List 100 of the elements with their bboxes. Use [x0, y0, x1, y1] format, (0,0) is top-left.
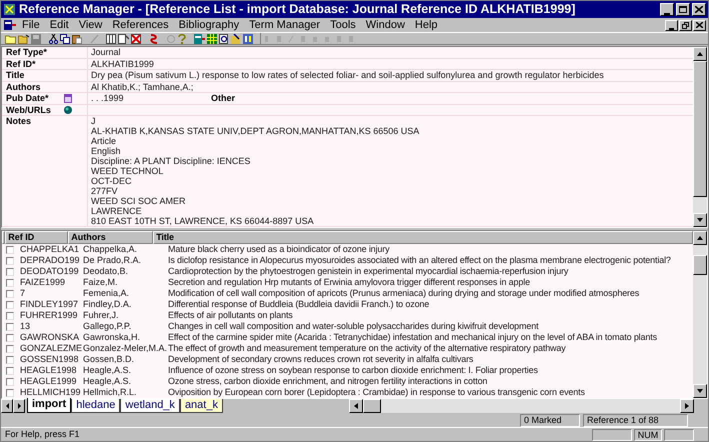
- child-close-button[interactable]: [693, 20, 706, 30]
- open-folder-icon[interactable]: [18, 34, 29, 44]
- menu-item[interactable]: Window: [360, 18, 410, 32]
- notes-line: AL-KHATIB K,KANSAS STATE UNIV,DEPT AGRON,MANHATTAN,KS 66506 USA: [91, 126, 420, 136]
- left-arrow-icon: [354, 403, 358, 409]
- maximize-icon: [679, 6, 687, 13]
- detail-scrollbar[interactable]: [693, 47, 707, 227]
- num-lock-indicator: NUM: [634, 428, 662, 440]
- notes-line: OCT-DEC: [91, 176, 132, 186]
- notes-line: LAWRENCE: [91, 206, 143, 216]
- sheet-tab[interactable]: hledane: [71, 399, 120, 413]
- table-cell-text: The effect of growth and measurement temperature on the activity of the alternative respiratory pathway: [167, 343, 567, 354]
- checkbox[interactable]: [6, 344, 14, 352]
- checkbox[interactable]: [6, 334, 14, 342]
- close-button[interactable]: [692, 3, 706, 16]
- menu-item[interactable]: Edit: [44, 18, 74, 32]
- scroll-right-button[interactable]: [680, 399, 694, 413]
- list-scrollbar[interactable]: [693, 231, 707, 398]
- minimize-button[interactable]: [660, 3, 674, 16]
- table-cell-text: Faize,M.: [82, 277, 119, 288]
- down-arrow-icon: [697, 389, 704, 393]
- status-help-text: For Help, press F1: [4, 429, 81, 440]
- document-icon[interactable]: [3, 19, 17, 31]
- menu-item[interactable]: References: [107, 18, 174, 32]
- menu-item[interactable]: View: [74, 18, 108, 32]
- sheet-tab[interactable]: wetland_k: [120, 399, 180, 413]
- right-arrow-icon: [18, 403, 20, 409]
- table-cell-text: Effect of the carmine spider mite (Acarida : Tetranychidae) infestation and mechanical injury on the level of ABA in tomato plants: [167, 332, 658, 343]
- sheet-tab[interactable]: anat_k: [180, 399, 223, 413]
- window-title: Reference Manager - [Reference List - import Database: Journal Reference ID ALKHATIB1999]: [19, 2, 576, 17]
- table-cell-text: 13: [19, 321, 32, 332]
- menu-item[interactable]: Help: [410, 18, 443, 32]
- checkbox[interactable]: [6, 312, 14, 320]
- checkbox[interactable]: [6, 322, 14, 330]
- checkbox[interactable]: [6, 388, 14, 396]
- notes-line: Article: [91, 136, 118, 146]
- column-header[interactable]: Ref ID: [5, 231, 68, 244]
- scroll-thumb[interactable]: [693, 255, 707, 275]
- scroll-thumb[interactable]: [363, 399, 381, 413]
- columns-icon[interactable]: [106, 34, 116, 44]
- field-label: Web/URLs: [5, 104, 52, 115]
- scroll-left-button[interactable]: [349, 399, 363, 413]
- child-minimize-button[interactable]: [665, 20, 678, 30]
- checkbox[interactable]: [6, 278, 14, 286]
- child-restore-button[interactable]: [679, 20, 692, 30]
- scroll-up-button[interactable]: [693, 231, 707, 245]
- menu-item[interactable]: File: [17, 18, 45, 32]
- grid-icon[interactable]: [207, 34, 217, 44]
- new-folder-icon[interactable]: [5, 34, 16, 44]
- magnifier-document-icon[interactable]: [219, 34, 229, 44]
- table-cell-text: CHAPPELKA1: [19, 244, 80, 255]
- cut-icon[interactable]: [49, 34, 58, 44]
- table-cell-text: DEPRADO199: [19, 255, 81, 266]
- close-icon: [696, 22, 703, 28]
- table-cell-text: Gonzalez-Meler,M.A.: [82, 343, 166, 354]
- checkbox[interactable]: [6, 268, 14, 276]
- table-cell-text: Gallego,P.P.: [82, 321, 132, 332]
- scroll-down-button[interactable]: [693, 384, 707, 398]
- document-edit-icon[interactable]: [118, 34, 129, 44]
- minimize-icon: [664, 13, 670, 15]
- column-header[interactable]: Authors: [68, 231, 154, 244]
- field-label: Authors: [5, 82, 42, 92]
- field-label: Title: [5, 70, 26, 80]
- sheet-tab[interactable]: import: [27, 398, 72, 413]
- scroll-down-button[interactable]: [693, 213, 707, 227]
- calendar-icon[interactable]: [64, 94, 72, 103]
- maximize-button[interactable]: [676, 3, 690, 16]
- copy-icon[interactable]: [60, 34, 70, 44]
- globe-icon[interactable]: [64, 106, 72, 114]
- checkbox[interactable]: [6, 356, 14, 364]
- table-cell-text: HEAGLE1998: [19, 365, 78, 376]
- horizontal-scrollbar[interactable]: [349, 399, 694, 413]
- table-cell-text: 7: [19, 288, 26, 299]
- menu-item[interactable]: Bibliography: [174, 18, 244, 32]
- table-cell-text: DEODATO199: [19, 266, 80, 277]
- table-cell-text: Is diclofop resistance in Alopecurus myosuroides associated with an altered effect on the plasma membrane electrogenic potential?: [167, 255, 672, 266]
- checkbox[interactable]: [6, 366, 14, 374]
- table-cell-text: GAWRONSKA: [19, 332, 80, 343]
- checkbox[interactable]: [6, 378, 14, 386]
- scroll-up-button[interactable]: [693, 47, 707, 61]
- table-cell-text: Fuhrer,J.: [82, 310, 120, 321]
- database-icon[interactable]: [194, 34, 205, 44]
- table-cell-text: Chappelka,A.: [82, 244, 138, 255]
- table-cell-text: Heagle,A.S.: [82, 376, 132, 387]
- column-header[interactable]: Title: [153, 231, 694, 244]
- checkbox[interactable]: [6, 290, 14, 298]
- edit-icon: [90, 34, 99, 44]
- scroll-thumb[interactable]: [693, 61, 707, 197]
- field-value: . . .1999: [91, 93, 125, 104]
- delete-icon[interactable]: [131, 34, 141, 44]
- tab-scroll-left-button[interactable]: [1, 399, 13, 413]
- paste-icon[interactable]: [72, 34, 82, 44]
- menu-item[interactable]: Tools: [325, 18, 361, 32]
- restore-icon: [682, 22, 689, 28]
- table-cell-text: Femenia,A.: [82, 288, 130, 299]
- checkbox[interactable]: [6, 256, 14, 264]
- checkbox[interactable]: [6, 300, 14, 308]
- tab-scroll-right-button[interactable]: [13, 399, 25, 413]
- checkbox[interactable]: [6, 246, 14, 254]
- menu-item[interactable]: Term Manager: [244, 18, 326, 32]
